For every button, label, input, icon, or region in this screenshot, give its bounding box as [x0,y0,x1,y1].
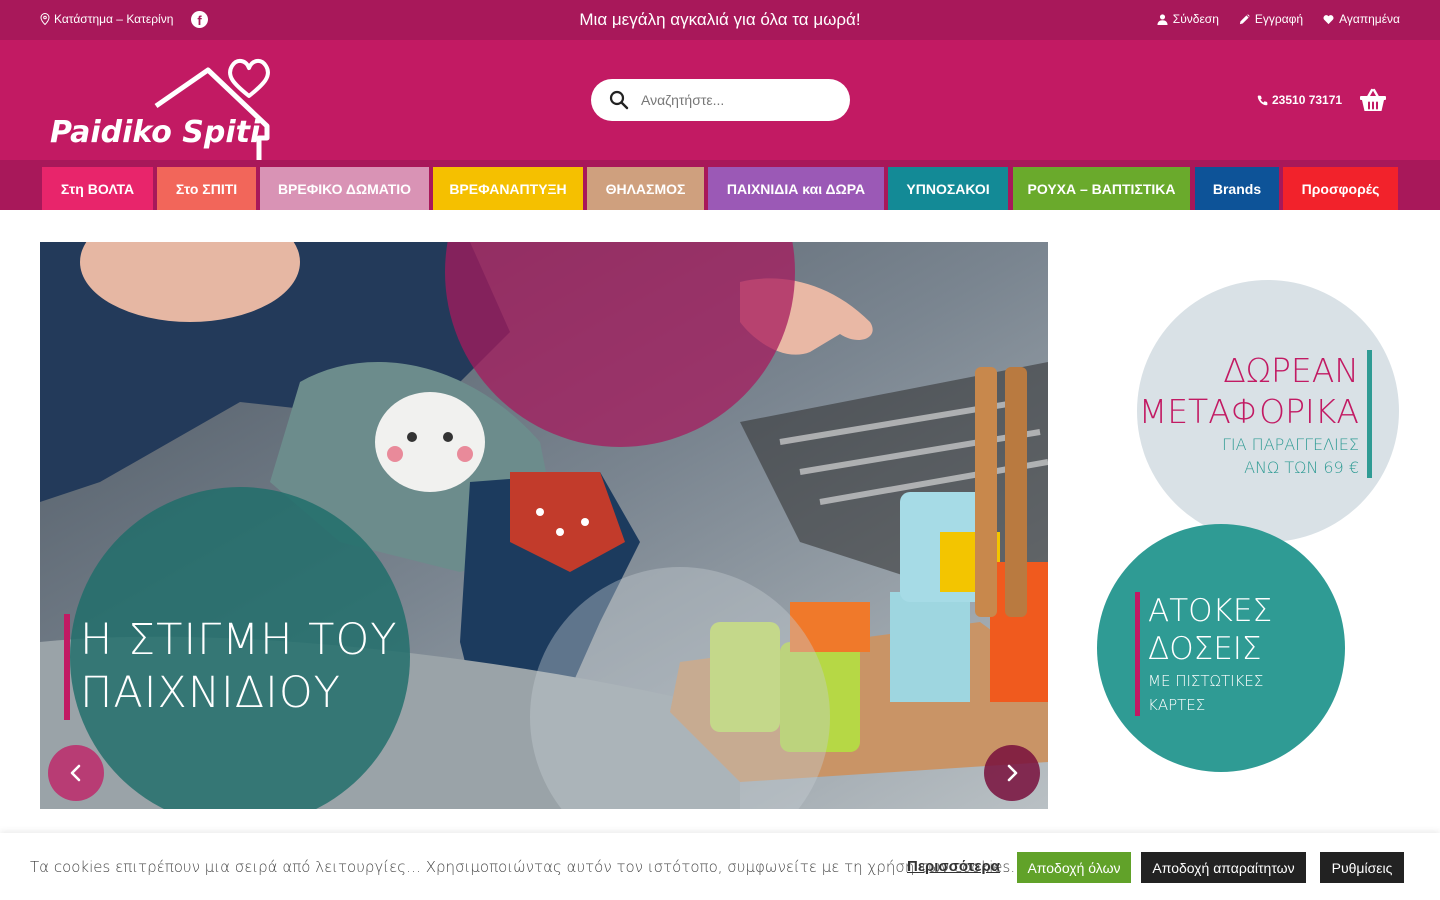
installments-banner[interactable]: ΑΤΟΚΕΣ ΔΟΣΕΙΣ ΜΕ ΠΙΣΤΩΤΙΚΕΣ ΚΑΡΤΕΣ [1097,524,1345,772]
cookie-consent-bar: Τα cookies επιτρέπουν μια σειρά από λειτ… [0,833,1440,900]
wishlist-label: Αγαπημένα [1339,12,1400,26]
search-input[interactable] [641,92,831,108]
nav-item-clothes-baptism[interactable]: ΡΟΥΧΑ – ΒΑΠΤΙΣΤΙΚΑ [1013,167,1190,210]
chevron-left-icon [70,764,81,782]
installments-text: ΑΤΟΚΕΣ ΔΟΣΕΙΣ ΜΕ ΠΙΣΤΩΤΙΚΕΣ ΚΑΡΤΕΣ [1135,592,1272,716]
nav-item-brands[interactable]: Brands [1195,167,1279,210]
slide-caption-line-2: ΠΑΙΧΝΙΔΙΟΥ [80,668,341,718]
heart-icon [1323,14,1334,24]
site-header: Paidiko Spiti 23510 73171 [0,40,1440,162]
nav-item-sleeping-bags[interactable]: ΥΠΝΟΣΑΚΟΙ [888,167,1008,210]
cookie-message: Τα cookies επιτρέπουν μια σειρά από λειτ… [30,858,1016,876]
installments-line-4: ΚΑΡΤΕΣ [1148,696,1206,714]
nav-item-nursery[interactable]: ΒΡΕΦΙΚΟ ΔΩΜΑΤΙΟ [260,167,429,210]
search-box[interactable] [591,79,850,121]
accept-all-cookies-button[interactable]: Αποδοχή όλων [1017,852,1131,883]
nav-item-sto-spiti[interactable]: Στο ΣΠΙΤΙ [157,167,256,210]
basket-icon[interactable] [1359,88,1387,112]
phone-number: 23510 73171 [1272,93,1343,107]
main-navigation: Στη ΒΟΛΤΑ Στο ΣΠΙΤΙ ΒΡΕΦΙΚΟ ΔΩΜΑΤΙΟ ΒΡΕΦ… [0,160,1440,210]
nav-item-offers[interactable]: Προσφορές [1283,167,1398,210]
phone-link[interactable]: 23510 73171 [1257,93,1342,107]
hero-image [40,242,1048,809]
top-bar: Κατάστημα – Κατερίνη f Μια μεγάλη αγκαλι… [0,0,1440,40]
free-shipping-line-2: ΜΕΤΑΦΟΡΙΚΑ [1138,392,1359,431]
wishlist-link[interactable]: Αγαπημένα [1323,12,1400,26]
cookie-more-link[interactable]: Περισσότερα [907,858,1000,875]
chevron-right-icon [1007,764,1018,782]
slider-next-button[interactable] [984,745,1040,801]
free-shipping-text: ΔΩΡΕΑΝ ΜΕΤΑΦΟΡΙΚΑ ΓΙΑ ΠΑΡΑΓΓΕΛΙΕΣ ΑΝΩ ΤΩ… [1139,350,1372,478]
user-icon [1157,13,1168,25]
slide-caption-line-1: Η ΣΤΙΓΜΗ ΤΟΥ [80,615,398,665]
search-icon[interactable] [609,90,629,110]
register-label: Εγγραφή [1254,12,1304,26]
installments-line-2: ΔΟΣΕΙΣ [1148,631,1262,667]
free-shipping-line-4: ΑΝΩ ΤΩΝ 69 € [1244,458,1359,477]
free-shipping-line-1: ΔΩΡΕΑΝ [1223,351,1359,390]
installments-line-1: ΑΤΟΚΕΣ [1148,593,1273,629]
logo-text: Paidiko Spiti [50,115,261,150]
accept-necessary-cookies-button[interactable]: Αποδοχή απαραίτητων [1141,852,1306,883]
hero-slider[interactable]: Η ΣΤΙΓΜΗ ΤΟΥ ΠΑΙΧΝΙΔΙΟΥ [40,242,1048,809]
slider-prev-button[interactable] [48,745,104,801]
login-link[interactable]: Σύνδεση [1157,12,1219,26]
slide-caption: Η ΣΤΙΓΜΗ ΤΟΥ ΠΑΙΧΝΙΔΙΟΥ [64,614,398,720]
login-label: Σύνδεση [1172,12,1219,26]
nav-item-baby-development[interactable]: ΒΡΕΦΑΝΑΠΤΥΞΗ [433,167,583,210]
account-links: Σύνδεση Εγγραφή Αγαπημένα [1157,12,1400,26]
nav-item-sti-volta[interactable]: Στη ΒΟΛΤΑ [42,167,153,210]
site-logo[interactable]: Paidiko Spiti [48,48,276,162]
cookie-settings-button[interactable]: Ρυθμίσεις [1320,852,1404,883]
installments-line-3: ΜΕ ΠΙΣΤΩΤΙΚΕΣ [1148,672,1264,690]
pencil-icon [1239,13,1250,24]
nav-item-breastfeeding[interactable]: ΘΗΛΑΣΜΟΣ [587,167,704,210]
free-shipping-line-3: ΓΙΑ ΠΑΡΑΓΓΕΛΙΕΣ [1221,435,1359,454]
free-shipping-banner[interactable]: ΔΩΡΕΑΝ ΜΕΤΑΦΟΡΙΚΑ ΓΙΑ ΠΑΡΑΓΓΕΛΙΕΣ ΑΝΩ ΤΩ… [1137,280,1399,542]
phone-icon [1257,95,1268,105]
register-link[interactable]: Εγγραφή [1239,12,1303,26]
nav-item-toys-gifts[interactable]: ΠΑΙΧΝΙΔΙΑ και ΔΩΡΑ [708,167,884,210]
